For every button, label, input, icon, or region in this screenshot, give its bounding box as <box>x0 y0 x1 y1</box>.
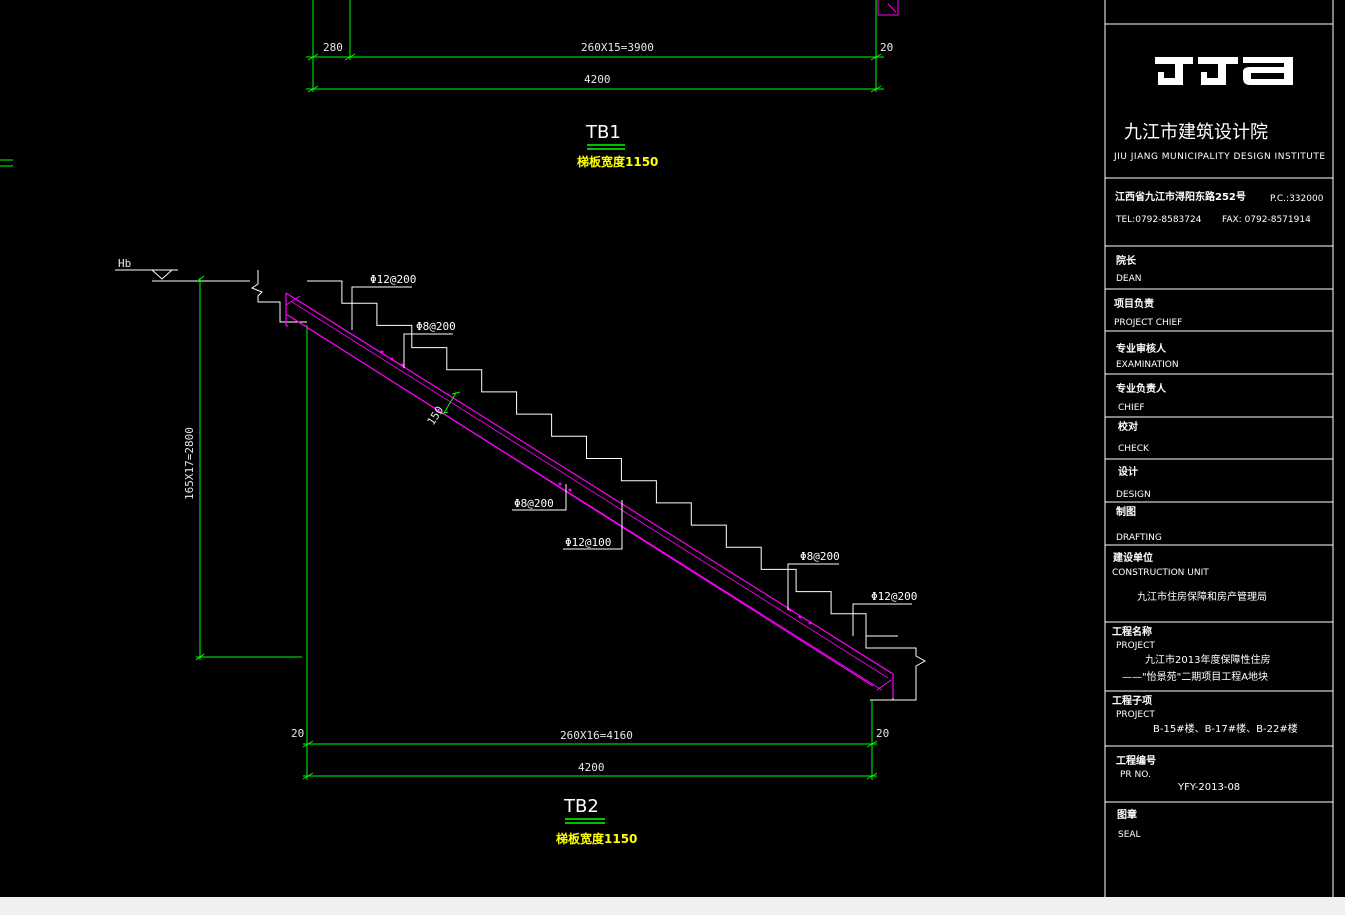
tb2-title: TB2 <box>563 796 599 817</box>
sub-project-en: PROJECT <box>1116 710 1155 720</box>
tb2-dim-left: 20 <box>291 727 304 740</box>
row-check-cn: 校对 <box>1118 420 1138 433</box>
rebar-label-3: Φ8@200 <box>514 497 554 510</box>
rebar-annotations: Φ12@200 Φ8@200 Φ8@200 Φ12@100 Φ8@200 Φ12… <box>351 273 917 636</box>
construction-unit-value: 九江市住房保障和房产管理局 <box>1137 590 1267 603</box>
row-chief-cn: 项目负责 <box>1114 297 1154 310</box>
project-no-value: YFY-2013-08 <box>1177 782 1240 793</box>
row-drafting-cn: 制图 <box>1116 505 1136 518</box>
tb2-dim-total: 4200 <box>578 761 605 774</box>
title-block: 九江市建筑设计院 JIU JIANG MUNICIPALITY DESIGN I… <box>1104 0 1334 897</box>
row-chief-en: PROJECT CHIEF <box>1114 318 1182 328</box>
tb1-dim-left: 280 <box>323 41 343 54</box>
project-no-cn: 工程编号 <box>1116 754 1156 767</box>
row-prof-chief-cn: 专业负责人 <box>1116 382 1167 395</box>
row-design-en: DESIGN <box>1116 490 1151 500</box>
seal-cn: 图章 <box>1117 808 1137 821</box>
row-prof-chief-en: CHIEF <box>1118 403 1145 413</box>
project-cn: 工程名称 <box>1112 625 1152 638</box>
rebar-label-4: Φ12@100 <box>565 536 611 549</box>
left-edge-marker <box>0 159 13 167</box>
institute-name-en: JIU JIANG MUNICIPALITY DESIGN INSTITUTE <box>1113 152 1326 162</box>
row-drafting-en: DRAFTING <box>1116 533 1162 543</box>
institute-logo <box>1155 57 1293 85</box>
row-exam-cn: 专业审核人 <box>1116 342 1167 355</box>
status-bar <box>0 897 1345 915</box>
row-dean-en: DEAN <box>1116 274 1142 284</box>
rebar-label-2: Φ8@200 <box>416 320 456 333</box>
stair-slab <box>285 292 894 698</box>
row-check-en: CHECK <box>1118 444 1150 454</box>
row-dean-cn: 院长 <box>1116 254 1137 267</box>
project-value-2: ——"怡景苑"二期项目工程A地块 <box>1122 670 1268 683</box>
construction-unit-cn: 建设单位 <box>1112 551 1153 564</box>
tb2-dim-middle: 260X16=4160 <box>560 729 633 742</box>
institute-name-cn: 九江市建筑设计院 <box>1124 122 1268 143</box>
postcode: P.C.:332000 <box>1270 194 1324 204</box>
tb2-dim-right: 20 <box>876 727 889 740</box>
sub-project-cn: 工程子项 <box>1112 694 1152 707</box>
project-en: PROJECT <box>1116 641 1155 651</box>
tb2-width-note: 梯板宽度1150 <box>556 831 637 846</box>
construction-unit-en: CONSTRUCTION UNIT <box>1112 568 1209 578</box>
tb1-width-note: 梯板宽度1150 <box>577 154 658 169</box>
project-no-en: PR NO. <box>1120 770 1151 780</box>
tb1-dim-right: 20 <box>880 41 893 54</box>
tb2-section: Hb 165X17=2800 150 Φ12@200 Φ8@200 Φ8@200… <box>115 257 927 846</box>
tel: TEL:0792-8583724 <box>1115 215 1202 225</box>
cad-drawing-canvas[interactable]: 280 260X15=3900 20 4200 TB1 梯板宽度1150 Hb … <box>0 0 1345 915</box>
tb2-vertical-dim: 165X17=2800 <box>183 427 196 500</box>
tb1-title: TB1 <box>585 122 621 143</box>
project-value-1: 九江市2013年度保障性住房 <box>1145 653 1270 666</box>
seal-en: SEAL <box>1118 830 1141 840</box>
stair-steps <box>307 280 898 637</box>
tb2-level-mark: Hb <box>118 257 131 270</box>
fax: FAX: 0792-8571914 <box>1222 215 1311 225</box>
tb2-thickness: 150 <box>425 404 447 428</box>
row-design-cn: 设计 <box>1118 465 1138 478</box>
tb1-dim-total: 4200 <box>584 73 611 86</box>
row-exam-en: EXAMINATION <box>1116 360 1179 370</box>
thickness-dim: 150 <box>425 391 461 428</box>
rebar-label-6: Φ12@200 <box>871 590 917 603</box>
tb1-dim-middle: 260X15=3900 <box>581 41 654 54</box>
sub-project-value: B-15#楼、B-17#楼、B-22#楼 <box>1153 722 1298 735</box>
rebar-label-5: Φ8@200 <box>800 550 840 563</box>
rebar-label-1: Φ12@200 <box>370 273 416 286</box>
tb1-section: 280 260X15=3900 20 4200 TB1 梯板宽度1150 <box>306 0 899 169</box>
address: 江西省九江市浔阳东路252号 <box>1115 190 1246 203</box>
